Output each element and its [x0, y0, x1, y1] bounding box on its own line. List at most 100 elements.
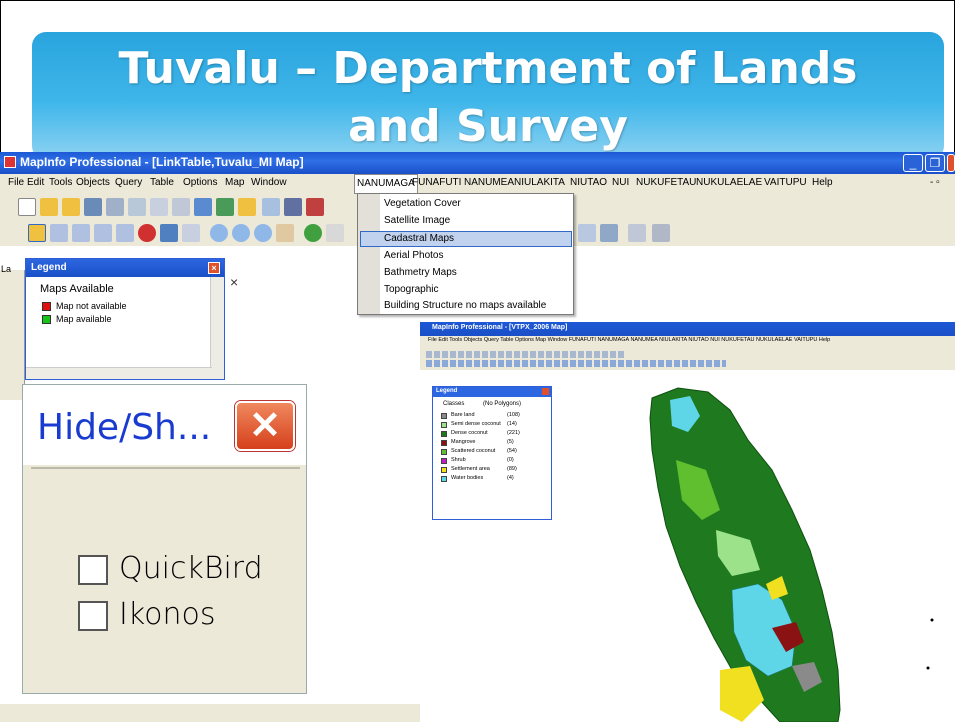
statistics-icon[interactable]	[652, 224, 670, 242]
inset-window-title: MapInfo Professional - [VTPX_2006 Map]	[432, 324, 568, 331]
info-icon[interactable]	[304, 224, 322, 242]
inset-titlebar: MapInfo Professional - [VTPX_2006 Map]	[420, 322, 955, 336]
unselect-icon[interactable]	[138, 224, 156, 242]
menu-map[interactable]: Map	[225, 177, 244, 188]
hide-show-dialog: Hide/Sh... ✕ QuickBird Ikonos	[22, 384, 307, 694]
folder-icon[interactable]	[238, 198, 256, 216]
menu-nukufetau[interactable]: NUKUFETAU	[636, 177, 696, 188]
graph-icon[interactable]	[306, 198, 324, 216]
legend-row-not-available: Map not available	[56, 301, 127, 311]
dropdown-item-building-structure[interactable]: Building Structure no maps available	[384, 300, 546, 311]
menu-nanumea[interactable]: NANUMEA	[464, 177, 514, 188]
menu-vaitupu[interactable]: VAITUPU	[764, 177, 807, 188]
change-view-icon[interactable]	[254, 224, 272, 242]
window-title: MapInfo Professional - [LinkTable,Tuvalu…	[20, 155, 304, 169]
layer-panel: La	[0, 264, 25, 400]
slide-title: Tuvalu – Department of Lands and Survey	[118, 43, 858, 152]
menu-niutao[interactable]: NIUTAO	[570, 177, 607, 188]
inset-toolbar-row2	[426, 360, 726, 367]
menu-funafuti[interactable]: FUNAFUTI	[412, 177, 461, 188]
panel-close-icon[interactable]: ×	[230, 274, 238, 290]
dropdown-item-cadastral-maps[interactable]: Cadastral Maps	[384, 233, 454, 244]
menu-file[interactable]: File	[8, 177, 24, 188]
dropdown-item-topographic[interactable]: Topographic	[384, 284, 438, 295]
dialog-title: Hide/Sh...	[37, 407, 212, 448]
radius-select-icon[interactable]	[72, 224, 90, 242]
legend-window: Legend × Maps Available Map not availabl…	[25, 258, 225, 380]
inset-toolbar-row1	[426, 351, 626, 358]
close-button[interactable]	[947, 154, 955, 172]
dropdown-item-satellite-image[interactable]: Satellite Image	[384, 215, 450, 226]
ruler-icon[interactable]	[600, 224, 618, 242]
map-not-available-swatch	[42, 302, 51, 311]
inset-menubar: File Edit Tools Objects Query Table Opti…	[420, 336, 955, 348]
mdi-controls[interactable]: - ▫	[930, 177, 940, 188]
menu-nui[interactable]: NUI	[612, 177, 629, 188]
menu-query[interactable]: Query	[115, 177, 142, 188]
zoom-in-icon[interactable]	[210, 224, 228, 242]
menu-help[interactable]: Help	[812, 177, 833, 188]
zoom-out-icon[interactable]	[232, 224, 250, 242]
print-icon[interactable]	[284, 198, 302, 216]
legend-close-icon[interactable]: ×	[208, 262, 220, 274]
dialog-titlebar: Hide/Sh... ✕	[23, 385, 306, 465]
legend-vscrollbar[interactable]	[210, 277, 224, 379]
drag-window-icon[interactable]	[578, 224, 596, 242]
polygon-select-icon[interactable]	[94, 224, 112, 242]
browse-icon[interactable]	[262, 198, 280, 216]
dropdown-icon-strip	[358, 194, 380, 314]
quickbird-checkbox[interactable]	[78, 555, 108, 585]
marquee-select-icon[interactable]	[50, 224, 68, 242]
grabber-icon[interactable]	[276, 224, 294, 242]
graph-select-icon[interactable]	[160, 224, 178, 242]
legend-heading: Maps Available	[40, 283, 114, 295]
find-icon[interactable]	[150, 198, 168, 216]
dropdown-item-aerial-photos[interactable]: Aerial Photos	[384, 250, 443, 261]
map-available-swatch	[42, 315, 51, 324]
title-banner: Tuvalu – Department of Lands and Survey	[32, 32, 944, 160]
app-icon	[4, 156, 16, 168]
inset-menu-text: File Edit Tools Objects Query Table Opti…	[428, 337, 831, 343]
layer-panel-label: La	[1, 264, 12, 274]
ikonos-label: Ikonos	[119, 597, 216, 632]
cut-icon[interactable]	[172, 198, 190, 216]
island-map	[649, 387, 934, 722]
label-icon[interactable]	[326, 224, 344, 242]
legend-titlebar: Legend ×	[26, 259, 224, 277]
new-icon[interactable]	[18, 198, 36, 216]
menubar: File Edit Tools Objects Query Table Opti…	[0, 174, 955, 194]
invert-select-icon[interactable]	[182, 224, 200, 242]
ikonos-checkbox[interactable]	[78, 601, 108, 631]
layer-icon[interactable]	[216, 198, 234, 216]
save-icon[interactable]	[84, 198, 102, 216]
window-icon[interactable]	[194, 198, 212, 216]
inset-screenshot: MapInfo Professional - [VTPX_2006 Map] F…	[420, 322, 955, 722]
layer-control-icon[interactable]	[628, 224, 646, 242]
menu-niulakita[interactable]: NIULAKITA	[514, 177, 565, 188]
dropdown-item-bathmetry-maps[interactable]: Bathmetry Maps	[384, 267, 457, 278]
open-icon[interactable]	[40, 198, 58, 216]
legend-hscrollbar[interactable]	[26, 367, 212, 379]
boundary-select-icon[interactable]	[116, 224, 134, 242]
minimize-button[interactable]: _	[903, 154, 923, 172]
menu-window[interactable]: Window	[251, 177, 287, 188]
legend-row-available: Map available	[56, 314, 112, 324]
save-copy-icon[interactable]	[106, 198, 124, 216]
menu-nukulaelae[interactable]: NUKULAELAE	[696, 177, 762, 188]
select-arrow-icon[interactable]	[28, 224, 46, 242]
menu-options[interactable]: Options	[183, 177, 217, 188]
status-bar	[0, 704, 425, 722]
menu-nanumaga[interactable]: NANUMAGA	[354, 174, 418, 194]
restore-button[interactable]: ❐	[925, 154, 945, 172]
dropdown-item-vegetation-cover[interactable]: Vegetation Cover	[384, 198, 461, 209]
dialog-divider	[31, 467, 300, 469]
dialog-close-icon[interactable]: ✕	[235, 401, 295, 451]
open-workspace-icon[interactable]	[62, 198, 80, 216]
map-marker	[930, 618, 934, 622]
query-icon[interactable]	[128, 198, 146, 216]
inset-toolbar	[420, 348, 955, 370]
menu-edit[interactable]: Edit	[27, 177, 44, 188]
menu-objects[interactable]: Objects	[76, 177, 110, 188]
menu-table[interactable]: Table	[150, 177, 174, 188]
menu-tools[interactable]: Tools	[49, 177, 72, 188]
